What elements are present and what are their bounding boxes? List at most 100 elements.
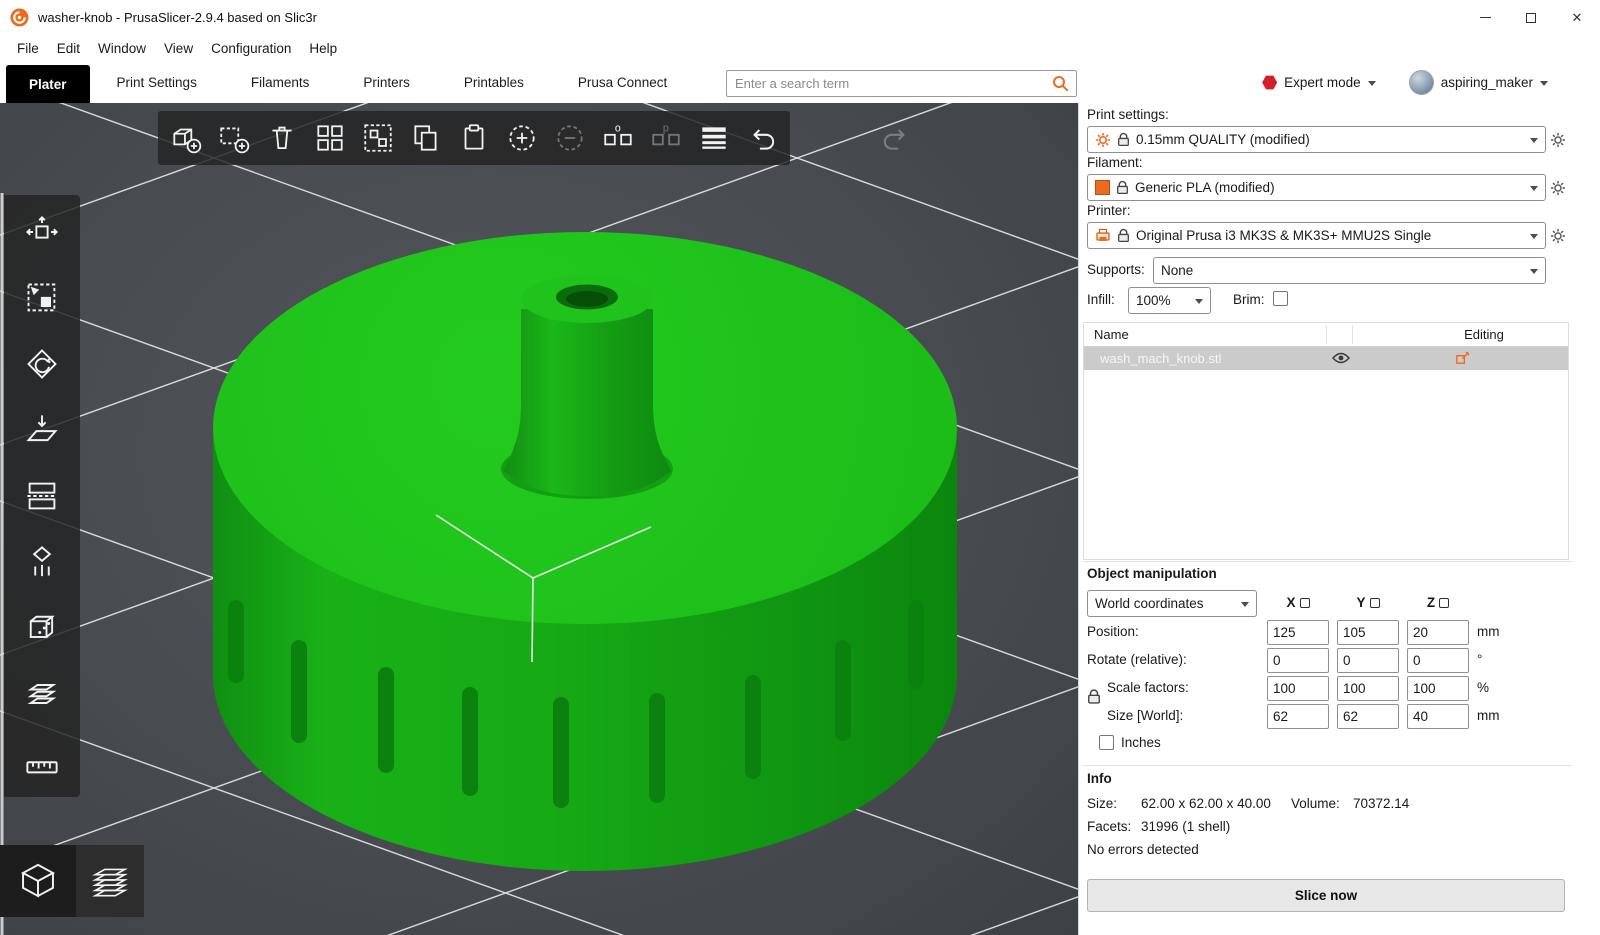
infill-value: 100%	[1136, 293, 1171, 308]
menu-help[interactable]: Help	[300, 35, 346, 62]
user-chevron-down-icon[interactable]	[1540, 81, 1548, 86]
search-icon[interactable]	[1052, 75, 1069, 92]
size-y-input[interactable]	[1337, 704, 1399, 729]
search-input[interactable]	[727, 76, 1052, 91]
menu-bar: File Edit Window View Configuration Help	[0, 35, 1600, 62]
filament-value: Generic PLA (modified)	[1135, 180, 1275, 195]
filament-combo[interactable]: Generic PLA (modified)	[1087, 174, 1546, 201]
maximize-button[interactable]	[1508, 0, 1554, 35]
info-facets-value: 31996 (1 shell)	[1141, 819, 1231, 834]
view-switch	[0, 845, 144, 917]
user-avatar[interactable]	[1408, 70, 1434, 95]
undo-button[interactable]	[738, 114, 786, 162]
mode-chevron-down-icon[interactable]	[1367, 81, 1376, 86]
sliced-preview-button[interactable]	[76, 845, 144, 917]
position-x-input[interactable]	[1267, 620, 1329, 645]
minimize-button[interactable]	[1462, 0, 1508, 35]
copy-button[interactable]	[402, 114, 450, 162]
multimaterial-painting-tool-button[interactable]	[19, 671, 65, 717]
split-to-parts-icon: p	[652, 123, 680, 146]
visibility-eye-icon[interactable]	[1332, 352, 1350, 364]
printer-combo[interactable]: Original Prusa i3 MK3S & MK3S+ MMU2S Sin…	[1087, 222, 1546, 249]
filament-color-swatch	[1095, 180, 1110, 195]
menu-configuration[interactable]: Configuration	[202, 35, 300, 62]
inches-checkbox[interactable]	[1099, 735, 1114, 750]
place-on-face-tool-button[interactable]	[19, 407, 65, 453]
minimize-icon	[1479, 16, 1491, 19]
scale-y-input[interactable]	[1337, 676, 1399, 701]
infill-chevron-icon	[1195, 299, 1203, 304]
tab-print-settings[interactable]: Print Settings	[90, 62, 224, 103]
menu-file[interactable]: File	[8, 35, 48, 62]
tab-printers[interactable]: Printers	[336, 62, 437, 103]
scale-unit: %	[1477, 680, 1490, 695]
arrange-selection-button[interactable]	[354, 114, 402, 162]
rotate-z-input[interactable]	[1407, 648, 1469, 673]
cut-tool-button[interactable]	[19, 473, 65, 519]
copy-icon	[414, 125, 437, 151]
scale-tool-button[interactable]	[19, 275, 65, 321]
svg-text:p: p	[663, 123, 669, 135]
3d-editor-view-button[interactable]	[0, 845, 76, 917]
close-button[interactable]: ✕	[1554, 0, 1600, 35]
edit-object-icon[interactable]	[1455, 351, 1470, 366]
move-icon	[26, 216, 58, 239]
tab-filaments[interactable]: Filaments	[224, 62, 337, 103]
menu-window[interactable]: Window	[89, 35, 155, 62]
coordinate-system-combo[interactable]: World coordinates	[1087, 590, 1257, 617]
size-x-input[interactable]	[1267, 704, 1329, 729]
paste-button[interactable]	[450, 114, 498, 162]
seam-tool-button[interactable]	[19, 605, 65, 651]
3d-viewport[interactable]: o p	[0, 103, 1078, 935]
brim-checkbox[interactable]	[1273, 291, 1288, 306]
print-settings-gear-icon	[1096, 132, 1110, 147]
arrange-button[interactable]	[306, 114, 354, 162]
print-settings-combo[interactable]: 0.15mm QUALITY (modified)	[1087, 126, 1546, 153]
user-menu[interactable]: aspiring_maker	[1408, 70, 1548, 95]
supports-combo[interactable]: None	[1153, 257, 1546, 284]
menu-view[interactable]: View	[155, 35, 202, 62]
size-z-input[interactable]	[1407, 704, 1469, 729]
mode-selector-label[interactable]: Expert mode	[1284, 75, 1361, 90]
printer-label: Printer:	[1087, 203, 1131, 218]
printer-icon	[1096, 228, 1110, 241]
add-shape-button[interactable]	[210, 114, 258, 162]
rotate-y-input[interactable]	[1337, 648, 1399, 673]
scale-label: Scale factors:	[1107, 680, 1189, 695]
tab-bar: Plater Print Settings Filaments Printers…	[0, 62, 1600, 103]
delete-button[interactable]	[258, 114, 306, 162]
position-y-input[interactable]	[1337, 620, 1399, 645]
scale-z-input[interactable]	[1407, 676, 1469, 701]
scale-x-input[interactable]	[1267, 676, 1329, 701]
rotate-tool-button[interactable]	[19, 341, 65, 387]
add-instance-button[interactable]	[498, 114, 546, 162]
object-row-selected[interactable]: wash_mach_knob.stl	[1084, 347, 1568, 370]
filament-edit-button[interactable]	[1549, 179, 1567, 197]
tab-printables[interactable]: Printables	[437, 62, 551, 103]
expert-mode-icon	[1262, 75, 1278, 90]
tab-prusa-connect[interactable]: Prusa Connect	[551, 62, 694, 103]
menu-edit[interactable]: Edit	[48, 35, 89, 62]
axis-header-x: X	[1267, 595, 1329, 610]
printer-edit-button[interactable]	[1549, 227, 1567, 245]
axis-header-y: Y	[1337, 595, 1399, 610]
print-settings-edit-button[interactable]	[1549, 131, 1567, 149]
split-to-parts-button: p	[642, 114, 690, 162]
axis-box-icon	[1439, 597, 1450, 608]
rotate-x-input[interactable]	[1267, 648, 1329, 673]
paint-supports-tool-button[interactable]	[19, 539, 65, 585]
variable-layer-height-button[interactable]	[690, 114, 738, 162]
slice-now-button[interactable]: Slice now	[1087, 879, 1565, 912]
uniform-scale-lock-icon[interactable]	[1087, 688, 1101, 705]
move-tool-button[interactable]	[19, 209, 65, 255]
info-size-value: 62.00 x 62.00 x 40.00	[1141, 796, 1271, 811]
3d-model-knob[interactable]	[213, 232, 957, 871]
position-z-input[interactable]	[1407, 620, 1469, 645]
tab-plater[interactable]: Plater	[6, 65, 90, 103]
add-shape-icon	[220, 127, 250, 154]
measure-tool-button[interactable]	[19, 737, 65, 783]
split-to-objects-button[interactable]: o	[594, 114, 642, 162]
add-object-button[interactable]	[162, 114, 210, 162]
variable-layer-height-icon	[702, 127, 726, 149]
infill-combo[interactable]: 100%	[1128, 287, 1211, 314]
